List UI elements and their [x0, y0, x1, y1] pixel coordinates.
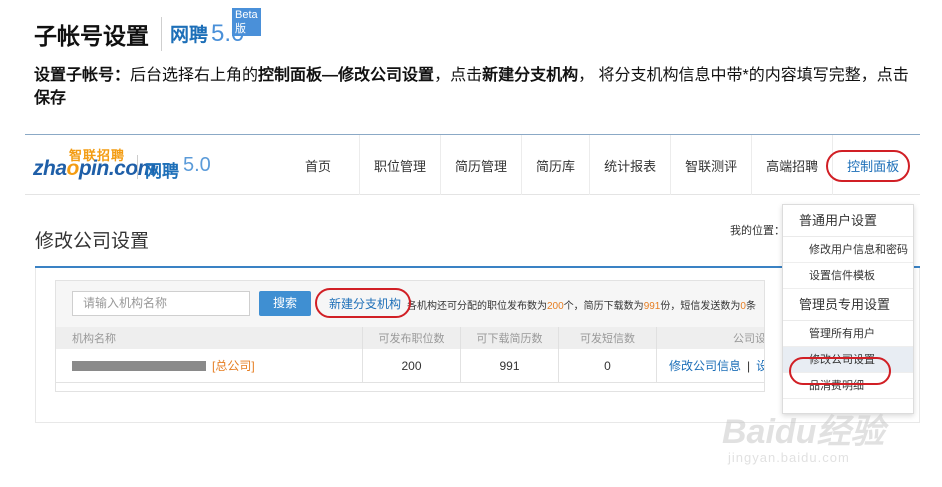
watermark-url: jingyan.baidu.com — [728, 450, 850, 465]
desc-part-2: — — [322, 67, 339, 84]
nav-home[interactable]: 首页 — [275, 135, 361, 195]
dropdown-edit-company-settings[interactable]: 修改公司设置 — [783, 347, 913, 373]
doc-brand-name: 网聘 — [170, 25, 209, 46]
header-jobs: 可发布职位数 — [362, 327, 460, 349]
table-row: [总公司] 200 991 0 修改公司信息 | 设置 — [56, 349, 764, 383]
header-sms: 可发短信数 — [558, 327, 656, 349]
doc-description: 设置子帐号：后台选择右上角的控制面板—修改公司设置，点击新建分支机构， 将分支机… — [34, 64, 914, 110]
beta-badge: Beta版 — [232, 8, 261, 36]
dropdown-manage-users[interactable]: 管理所有用户 — [783, 321, 913, 347]
new-branch-link[interactable]: 新建分支机构 — [329, 295, 401, 312]
nav-assessment[interactable]: 智联测评 — [671, 135, 753, 195]
logo-brand: 网聘 — [145, 162, 179, 181]
baidu-jingyan-watermark: Baidu经验 jingyan.baidu.com — [722, 404, 922, 474]
quota-text-1: 各机构还可分配的职位发布数为 — [407, 301, 547, 312]
logo-divider — [137, 155, 138, 179]
logo-wordmark-o: o — [66, 157, 80, 180]
action-separator: | — [747, 358, 751, 373]
control-panel-dropdown: 普通用户设置 修改用户信息和密码 设置信件模板 管理员专用设置 管理所有用户 修… — [782, 204, 914, 414]
desc-part-3: ，点击 — [434, 67, 483, 84]
breadcrumb-location: 我的位置： — [730, 225, 785, 237]
nav-resume-library[interactable]: 简历库 — [522, 135, 591, 195]
zhaopin-logo[interactable]: 智联招聘 zhaopin.com 网聘 5.0 — [33, 148, 233, 185]
dropdown-mail-templates[interactable]: 设置信件模板 — [783, 263, 913, 289]
watermark-main: Baidu经验 — [722, 413, 885, 451]
desc-bold-3: 新建分支机构 — [482, 67, 579, 84]
doc-title: 子帐号设置 — [34, 23, 149, 49]
quota-summary: 各机构还可分配的职位发布数为200个，简历下载数为991份，短信发送数为0条 — [407, 297, 756, 312]
desc-bold-4: 保存 — [34, 90, 67, 107]
redacted-company-name — [72, 360, 206, 371]
nav-job-management[interactable]: 职位管理 — [360, 135, 442, 195]
dropdown-group-admin-settings: 管理员专用设置 — [783, 289, 913, 321]
desc-bold-1: 控制面板 — [258, 67, 323, 84]
header-company-settings: 公司设 — [656, 327, 764, 349]
nav-reports[interactable]: 统计报表 — [590, 135, 672, 195]
header-resumes: 可下载简历数 — [460, 327, 558, 349]
branch-toolbar: 请输入机构名称 搜索 新建分支机构 各机构还可分配的职位发布数为200个，简历下… — [56, 281, 764, 327]
sms-cell: 0 — [558, 349, 656, 382]
doc-title-divider — [161, 17, 162, 51]
quota-text-4: 条 — [745, 301, 756, 312]
doc-brand: 网聘 5.0 Beta版 — [170, 8, 261, 48]
page-title: 修改公司设置 — [35, 231, 150, 252]
desc-bold-2: 修改公司设置 — [338, 67, 435, 84]
nav-resume-management[interactable]: 简历管理 — [441, 135, 523, 195]
search-button[interactable]: 搜索 — [259, 291, 311, 316]
desc-lead: 设置子帐号： — [34, 67, 131, 84]
jobs-cell: 200 — [362, 349, 460, 382]
dropdown-group-user-settings: 普通用户设置 — [783, 205, 913, 237]
branch-panel: 请输入机构名称 搜索 新建分支机构 各机构还可分配的职位发布数为200个，简历下… — [55, 280, 765, 392]
org-name-cell: [总公司] — [72, 349, 255, 382]
quota-text-3: 份，短信发送数为 — [660, 301, 741, 312]
headquarters-tag: [总公司] — [212, 359, 255, 373]
nav-control-panel[interactable]: 控制面板 — [833, 135, 913, 195]
actions-cell: 修改公司信息 | 设置 — [656, 349, 764, 382]
main-nav: 首页 职位管理 简历管理 简历库 统计报表 智联测评 高端招聘 控制面板 — [275, 135, 913, 195]
doc-title-bar: 子帐号设置 网聘 5.0 Beta版 — [34, 8, 261, 54]
settings-link[interactable]: 设置 — [756, 357, 764, 374]
branch-table-header: 机构名称 可发布职位数 可下载简历数 可发短信数 公司设 — [56, 327, 764, 349]
quota-text-2: 个，简历下载数为 — [563, 301, 644, 312]
nav-executive-recruiting[interactable]: 高端招聘 — [752, 135, 834, 195]
desc-part-4: ， 将分支机构信息中带*的内容填写完整，点击 — [578, 67, 909, 84]
quota-jobs: 200 — [547, 301, 564, 312]
desc-part-1: 后台选择右上角的 — [130, 67, 259, 84]
quota-resumes: 991 — [643, 301, 661, 312]
logo-version: 5.0 — [183, 154, 211, 176]
header-org-name: 机构名称 — [72, 333, 116, 345]
dropdown-consumption-details[interactable]: 品消费明细 — [783, 373, 913, 399]
dropdown-edit-user-info[interactable]: 修改用户信息和密码 — [783, 237, 913, 263]
branch-search-input[interactable]: 请输入机构名称 — [72, 291, 250, 316]
resumes-cell: 991 — [460, 349, 558, 382]
edit-company-info-link[interactable]: 修改公司信息 — [669, 357, 741, 374]
app-header: 智联招聘 zhaopin.com 网聘 5.0 首页 职位管理 简历管理 简历库… — [25, 135, 920, 195]
logo-wordmark-a: zha — [33, 157, 67, 180]
